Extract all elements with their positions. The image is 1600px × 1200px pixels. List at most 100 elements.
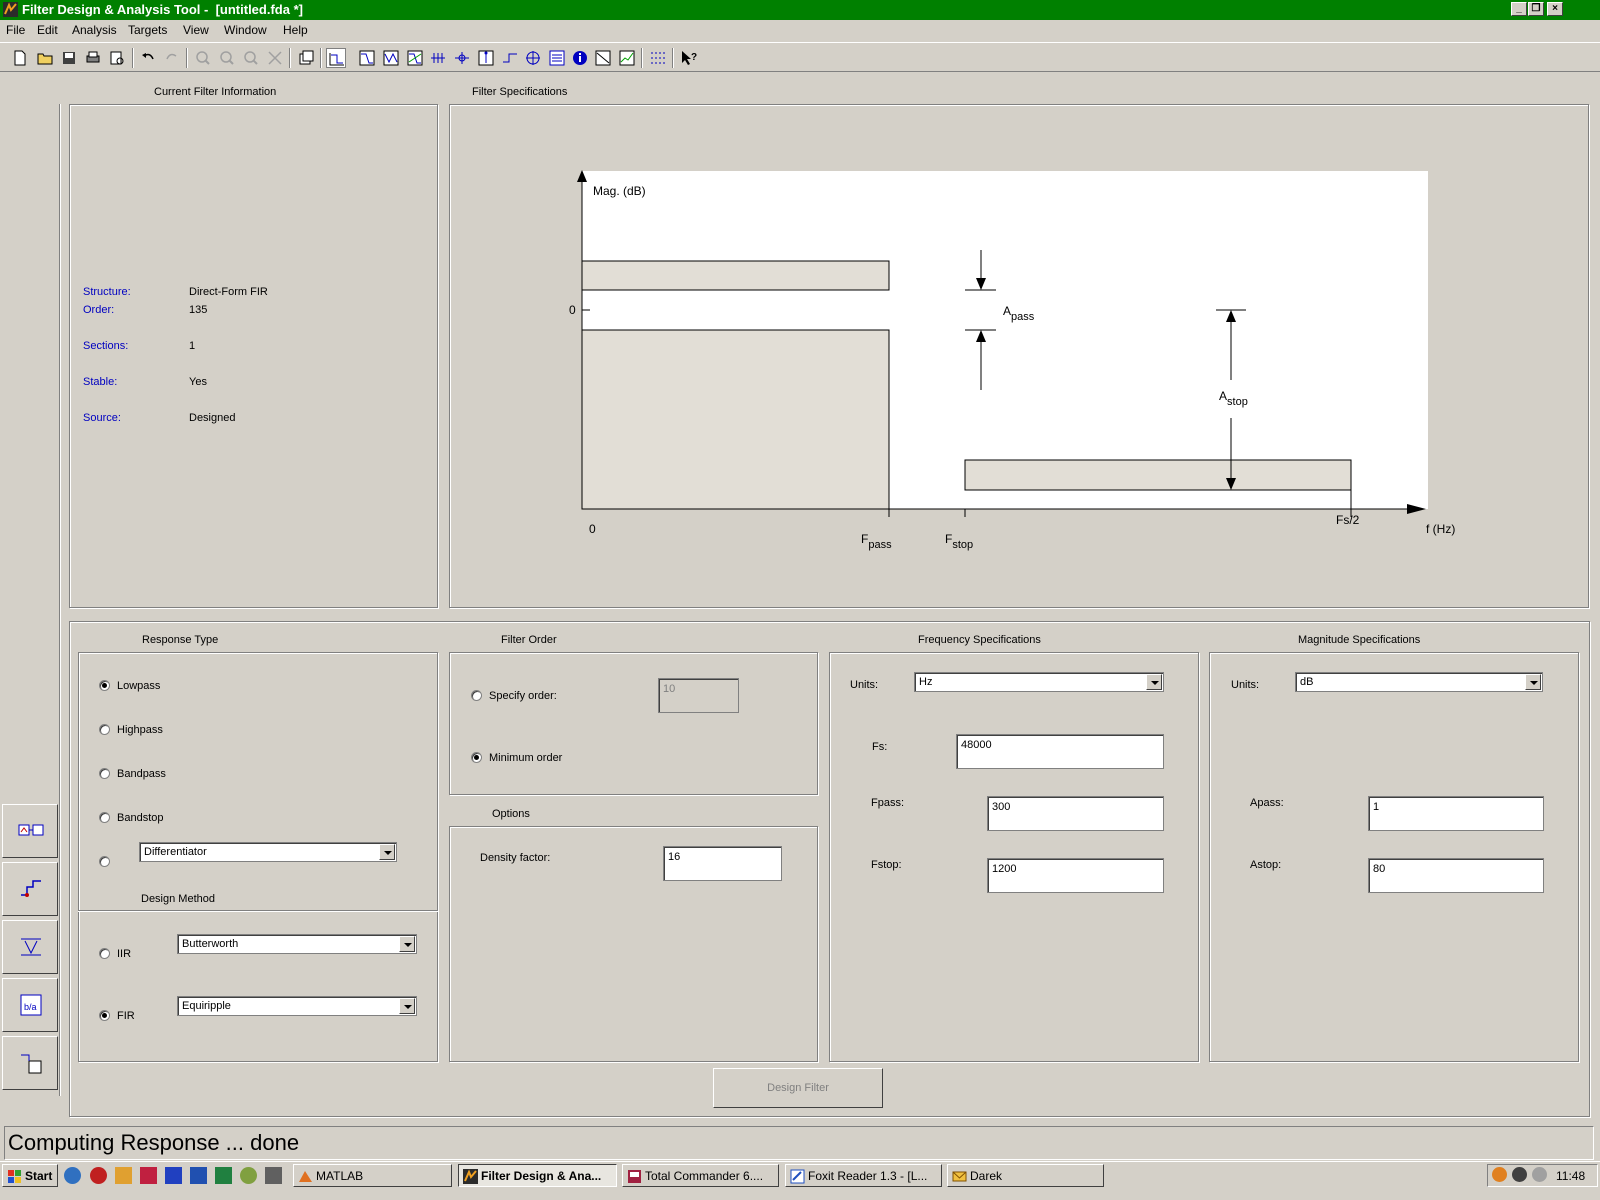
save-icon[interactable] bbox=[59, 48, 79, 68]
filter-coefficients-icon[interactable] bbox=[547, 48, 567, 68]
fs-input[interactable]: 48000 bbox=[956, 734, 1164, 769]
quantize-mode-button[interactable] bbox=[2, 862, 58, 916]
transform-mode-button[interactable] bbox=[2, 920, 58, 974]
dropdown-arrow-icon[interactable] bbox=[1525, 674, 1541, 690]
bandstop-label[interactable]: Bandstop bbox=[117, 812, 163, 824]
iir-radio[interactable] bbox=[99, 948, 110, 959]
other-response-dropdown[interactable]: Differentiator bbox=[139, 842, 397, 862]
taskbar-fdatool[interactable]: Filter Design & Ana... bbox=[458, 1164, 617, 1187]
realize-model-mode-button[interactable] bbox=[2, 1036, 58, 1090]
astop-input[interactable]: 80 bbox=[1368, 858, 1544, 893]
specify-order-radio[interactable] bbox=[471, 690, 482, 701]
specify-order-label[interactable]: Specify order: bbox=[489, 690, 557, 702]
whats-this-help-icon[interactable]: ? bbox=[679, 48, 699, 68]
undo-icon[interactable] bbox=[138, 48, 158, 68]
highpass-radio[interactable] bbox=[99, 724, 110, 735]
bandpass-label[interactable]: Bandpass bbox=[117, 768, 166, 780]
clock[interactable]: 11:48 bbox=[1556, 1169, 1585, 1183]
total-commander-quick-icon[interactable] bbox=[140, 1167, 157, 1184]
menu-edit[interactable]: Edit bbox=[37, 23, 58, 37]
tray-volume-icon[interactable] bbox=[1532, 1167, 1547, 1182]
quick-launch-app-icon[interactable] bbox=[240, 1167, 257, 1184]
print-preview-icon[interactable] bbox=[107, 48, 127, 68]
menu-analysis[interactable]: Analysis bbox=[72, 23, 117, 37]
ie-icon[interactable] bbox=[64, 1167, 81, 1184]
word-icon[interactable] bbox=[190, 1167, 207, 1184]
menu-file[interactable]: File bbox=[6, 23, 25, 37]
iir-label[interactable]: IIR bbox=[117, 948, 131, 960]
highpass-label[interactable]: Highpass bbox=[117, 724, 163, 736]
lowpass-radio[interactable] bbox=[99, 680, 110, 691]
filter-specs-icon[interactable] bbox=[326, 48, 346, 68]
phase-response-icon[interactable] bbox=[381, 48, 401, 68]
magnitude-estimate-icon[interactable] bbox=[593, 48, 613, 68]
dropdown-arrow-icon[interactable] bbox=[399, 936, 415, 952]
specify-order-input[interactable]: 10 bbox=[658, 678, 739, 713]
redo-icon[interactable] bbox=[162, 48, 182, 68]
lowpass-label[interactable]: Lowpass bbox=[117, 680, 160, 692]
menu-view[interactable]: View bbox=[183, 23, 209, 37]
other-response-radio[interactable] bbox=[99, 856, 110, 867]
tray-sun-icon[interactable] bbox=[1492, 1167, 1507, 1182]
title-bar: Filter Design & Analysis Tool - [untitle… bbox=[0, 0, 1600, 20]
group-delay-icon[interactable] bbox=[428, 48, 448, 68]
magnitude-response-icon[interactable] bbox=[357, 48, 377, 68]
zoom-x-icon[interactable] bbox=[241, 48, 261, 68]
taskbar-foxit-reader[interactable]: Foxit Reader 1.3 - [L... bbox=[785, 1164, 942, 1187]
full-view-icon[interactable] bbox=[265, 48, 285, 68]
dropdown-arrow-icon[interactable] bbox=[379, 844, 395, 860]
menu-targets[interactable]: Targets bbox=[128, 23, 167, 37]
fir-label[interactable]: FIR bbox=[117, 1010, 135, 1022]
phase-delay-icon[interactable] bbox=[452, 48, 472, 68]
bandstop-radio[interactable] bbox=[99, 812, 110, 823]
new-window-icon[interactable] bbox=[296, 48, 316, 68]
taskbar-darek[interactable]: Darek bbox=[947, 1164, 1104, 1187]
restore-button[interactable]: ❐ bbox=[1528, 2, 1544, 16]
zoom-in-icon[interactable] bbox=[193, 48, 213, 68]
open-folder-icon[interactable] bbox=[35, 48, 55, 68]
fir-radio[interactable] bbox=[99, 1010, 110, 1021]
bandpass-radio[interactable] bbox=[99, 768, 110, 779]
quick-launch-tool-icon[interactable] bbox=[115, 1167, 132, 1184]
legend-icon[interactable] bbox=[648, 48, 668, 68]
dropdown-arrow-icon[interactable] bbox=[1146, 674, 1162, 690]
minimize-button[interactable]: _ bbox=[1511, 2, 1527, 16]
calculator-icon[interactable] bbox=[265, 1167, 282, 1184]
magnitude-units-dropdown[interactable]: dB bbox=[1295, 672, 1543, 692]
taskbar-matlab[interactable]: MATLAB bbox=[293, 1164, 452, 1187]
close-button[interactable]: × bbox=[1547, 2, 1563, 16]
menu-window[interactable]: Window bbox=[224, 23, 267, 37]
zoom-out-icon[interactable] bbox=[217, 48, 237, 68]
design-filter-button[interactable]: Design Filter bbox=[713, 1068, 883, 1108]
iir-method-dropdown[interactable]: Butterworth bbox=[177, 934, 417, 954]
matlab-fdatool-icon bbox=[3, 2, 18, 17]
impulse-response-icon[interactable] bbox=[476, 48, 496, 68]
excel-icon[interactable] bbox=[215, 1167, 232, 1184]
media-player-icon[interactable] bbox=[165, 1167, 182, 1184]
filter-specifications-title: Filter Specifications bbox=[468, 86, 572, 98]
round-off-noise-icon[interactable] bbox=[617, 48, 637, 68]
dropdown-arrow-icon[interactable] bbox=[399, 998, 415, 1014]
tray-app-icon[interactable] bbox=[1512, 1167, 1527, 1182]
info-icon[interactable] bbox=[570, 48, 590, 68]
print-icon[interactable] bbox=[83, 48, 103, 68]
opera-icon[interactable] bbox=[90, 1167, 107, 1184]
menu-help[interactable]: Help bbox=[283, 23, 308, 37]
fir-method-dropdown[interactable]: Equiripple bbox=[177, 996, 417, 1016]
taskbar-total-commander[interactable]: Total Commander 6.... bbox=[622, 1164, 779, 1187]
minimum-order-label[interactable]: Minimum order bbox=[489, 752, 562, 764]
apass-input[interactable]: 1 bbox=[1368, 796, 1544, 831]
mag-phase-icon[interactable] bbox=[405, 48, 425, 68]
start-button[interactable]: Start bbox=[2, 1164, 58, 1187]
import-mode-button[interactable]: b/a bbox=[2, 978, 58, 1032]
frequency-units-dropdown[interactable]: Hz bbox=[914, 672, 1164, 692]
design-filter-mode-button[interactable] bbox=[2, 804, 58, 858]
new-file-icon[interactable] bbox=[10, 48, 30, 68]
minimum-order-radio[interactable] bbox=[471, 752, 482, 763]
fstop-input[interactable]: 1200 bbox=[987, 858, 1164, 893]
order-label: Order: bbox=[83, 304, 115, 316]
fpass-input[interactable]: 300 bbox=[987, 796, 1164, 831]
pole-zero-icon[interactable] bbox=[523, 48, 543, 68]
density-factor-input[interactable]: 16 bbox=[663, 846, 782, 881]
step-response-icon[interactable] bbox=[500, 48, 520, 68]
